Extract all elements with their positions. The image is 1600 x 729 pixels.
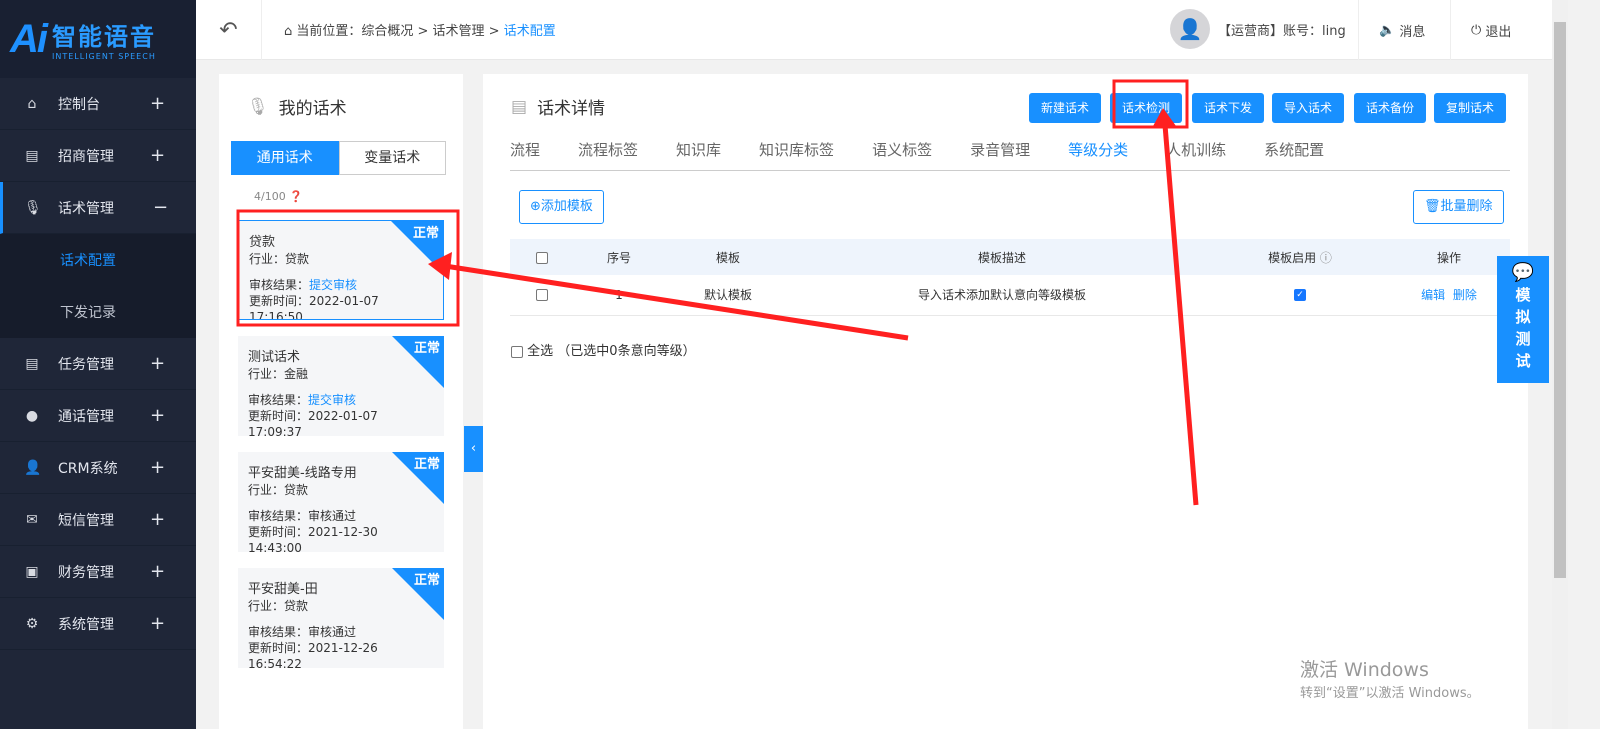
annotation-box-check bbox=[1112, 79, 1189, 129]
arrow-head bbox=[428, 252, 452, 280]
annotation-arrow-up bbox=[1162, 124, 1199, 506]
annotation-box-card bbox=[236, 209, 460, 327]
annotation-arrow-left bbox=[444, 263, 909, 341]
arrow-head bbox=[1152, 108, 1176, 128]
annotation-overlay bbox=[236, 79, 1199, 506]
